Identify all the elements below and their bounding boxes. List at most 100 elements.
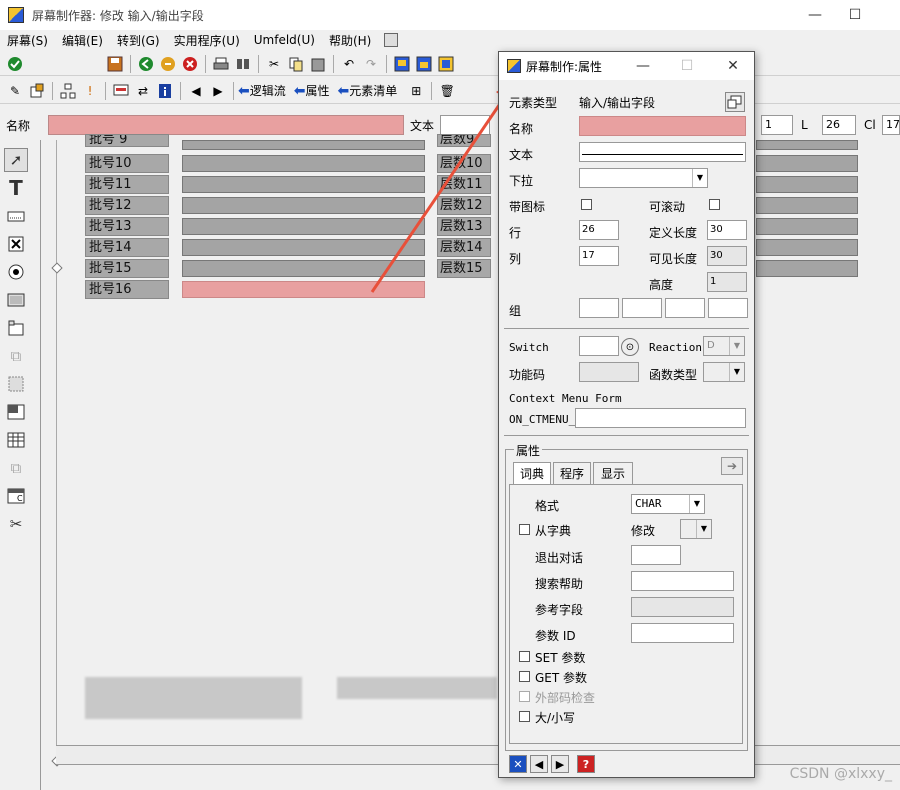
col-input[interactable]: 17 bbox=[579, 246, 619, 266]
tab-scroll-right-icon[interactable]: ➔ bbox=[721, 457, 743, 475]
with-icon-checkbox[interactable] bbox=[581, 199, 592, 210]
fullscreen-toggle-icon[interactable] bbox=[725, 92, 745, 112]
switch-input[interactable] bbox=[579, 336, 619, 356]
box-tool-icon[interactable] bbox=[4, 372, 28, 396]
group-input-2[interactable] bbox=[622, 298, 662, 318]
resize-handle[interactable] bbox=[51, 262, 63, 274]
menu-screen[interactable]: 屏幕(S) bbox=[7, 32, 48, 49]
right-field[interactable] bbox=[756, 176, 858, 193]
search-help-input[interactable] bbox=[631, 571, 734, 591]
row-field-13[interactable] bbox=[182, 218, 425, 235]
prev-icon[interactable]: ◀ bbox=[187, 82, 205, 100]
layout-icon-2[interactable] bbox=[415, 55, 433, 73]
radio-tool-icon[interactable] bbox=[4, 260, 28, 284]
screen-canvas[interactable]: 批号 9 批号10 批号11 批号12 批号13 批号14 批号15 批号16 … bbox=[40, 134, 510, 790]
from-dict-checkbox[interactable] bbox=[519, 524, 530, 535]
logic-flow-button[interactable]: 逻辑流 bbox=[250, 82, 286, 99]
text-input[interactable] bbox=[440, 115, 491, 135]
right-field[interactable] bbox=[756, 140, 858, 150]
text-tool-icon[interactable]: T bbox=[4, 176, 28, 200]
paste-icon[interactable] bbox=[309, 55, 327, 73]
redo-icon[interactable]: ↷ bbox=[362, 55, 380, 73]
menu-help[interactable]: 帮助(H) bbox=[329, 32, 371, 49]
display-change-icon[interactable] bbox=[28, 82, 46, 100]
height-input[interactable]: 1 bbox=[707, 272, 747, 292]
group-input-4[interactable] bbox=[708, 298, 748, 318]
upper-lower-checkbox[interactable] bbox=[519, 711, 530, 722]
undo-icon[interactable]: ↶ bbox=[340, 55, 358, 73]
reaction-select[interactable]: D ▼ bbox=[703, 336, 745, 356]
row-field-11[interactable] bbox=[182, 176, 425, 193]
scrollable-checkbox[interactable] bbox=[709, 199, 720, 210]
vis-length-input[interactable]: 30 bbox=[707, 246, 747, 266]
right-field[interactable] bbox=[756, 155, 858, 172]
menu-goto[interactable]: 转到(G) bbox=[117, 32, 160, 49]
name-input[interactable] bbox=[48, 115, 405, 135]
find-icon[interactable] bbox=[234, 55, 252, 73]
tab-dictionary[interactable]: 词典 bbox=[513, 462, 551, 484]
right-field[interactable] bbox=[756, 197, 858, 214]
menu-environment[interactable]: Umfeld(U) bbox=[254, 33, 315, 47]
checkbox-tool-icon[interactable] bbox=[4, 232, 28, 256]
right-field[interactable] bbox=[756, 239, 858, 256]
l-input[interactable]: 26 bbox=[822, 115, 856, 135]
row-field-16-selected[interactable] bbox=[182, 281, 425, 298]
exit-icon[interactable] bbox=[159, 55, 177, 73]
table-control-tool-icon[interactable] bbox=[4, 428, 28, 452]
hierarchy-icon[interactable] bbox=[59, 82, 77, 100]
table-wizard-icon[interactable]: ⧉ bbox=[4, 456, 28, 480]
screen-icon[interactable] bbox=[112, 82, 130, 100]
function-code-input[interactable] bbox=[579, 362, 639, 382]
dlg-name-input[interactable] bbox=[579, 116, 746, 136]
prev-element-icon[interactable]: ◀ bbox=[530, 755, 548, 773]
print-icon[interactable] bbox=[212, 55, 230, 73]
row-field-12[interactable] bbox=[182, 197, 425, 214]
maximize-button[interactable]: ☐ bbox=[832, 0, 878, 30]
tab-program[interactable]: 程序 bbox=[553, 462, 591, 484]
grid-icon[interactable]: ⊞ bbox=[407, 82, 425, 100]
on-ctmenu-input[interactable] bbox=[575, 408, 746, 428]
row-field-10[interactable] bbox=[182, 155, 425, 172]
dialog-minimize-button[interactable]: — bbox=[626, 52, 660, 80]
pushbutton-tool-icon[interactable] bbox=[4, 288, 28, 312]
param-id-input[interactable] bbox=[631, 623, 734, 643]
info-icon[interactable] bbox=[156, 82, 174, 100]
cl-input[interactable]: 17 bbox=[882, 115, 900, 135]
set-param-checkbox[interactable] bbox=[519, 651, 530, 662]
switch-select-icon[interactable]: ⊙ bbox=[621, 338, 639, 356]
cut-icon[interactable]: ✂ bbox=[265, 55, 283, 73]
group-input-3[interactable] bbox=[665, 298, 705, 318]
row-field-15[interactable] bbox=[182, 260, 425, 277]
element-list-icon[interactable]: ✕ bbox=[509, 755, 527, 773]
tabstrip-tool-icon[interactable] bbox=[4, 316, 28, 340]
subscreen-tool-icon[interactable] bbox=[4, 400, 28, 424]
layout-icon-1[interactable] bbox=[393, 55, 411, 73]
foreign-key-checkbox[interactable] bbox=[519, 691, 530, 702]
flow-icon[interactable]: ⇄ bbox=[134, 82, 152, 100]
line-input[interactable]: 1 bbox=[761, 115, 793, 135]
next-element-icon[interactable]: ▶ bbox=[551, 755, 569, 773]
pointer-tool-icon[interactable]: ➚ bbox=[4, 148, 28, 172]
dropdown-select[interactable]: ▼ bbox=[579, 168, 708, 188]
row-field-14[interactable] bbox=[182, 239, 425, 256]
enter-icon[interactable] bbox=[6, 55, 24, 73]
menu-edit[interactable]: 编辑(E) bbox=[62, 32, 103, 49]
dlg-text-input[interactable] bbox=[579, 142, 746, 162]
format-select[interactable]: CHAR ▼ bbox=[631, 494, 705, 514]
magic-wand-icon[interactable]: ✎ bbox=[6, 82, 24, 100]
dialog-maximize-button[interactable]: ☐ bbox=[670, 52, 704, 80]
check-icon[interactable]: ! bbox=[81, 82, 99, 100]
right-field[interactable] bbox=[756, 218, 858, 235]
get-param-checkbox[interactable] bbox=[519, 671, 530, 682]
element-list-button[interactable]: 元素清单 bbox=[349, 82, 397, 99]
horizontal-scrollbar[interactable] bbox=[56, 745, 900, 765]
delete-icon[interactable]: 🗑 bbox=[438, 82, 456, 100]
tab-display[interactable]: 显示 bbox=[593, 462, 633, 484]
io-field-tool-icon[interactable] bbox=[4, 204, 28, 228]
save-icon[interactable] bbox=[106, 55, 124, 73]
status-icon-tool-icon[interactable]: ✂ bbox=[4, 512, 28, 536]
cancel-icon[interactable] bbox=[181, 55, 199, 73]
exit-dialog-input[interactable] bbox=[631, 545, 681, 565]
attributes-arrow-icon[interactable]: ⬅ bbox=[294, 83, 306, 99]
copy-icon[interactable] bbox=[287, 55, 305, 73]
